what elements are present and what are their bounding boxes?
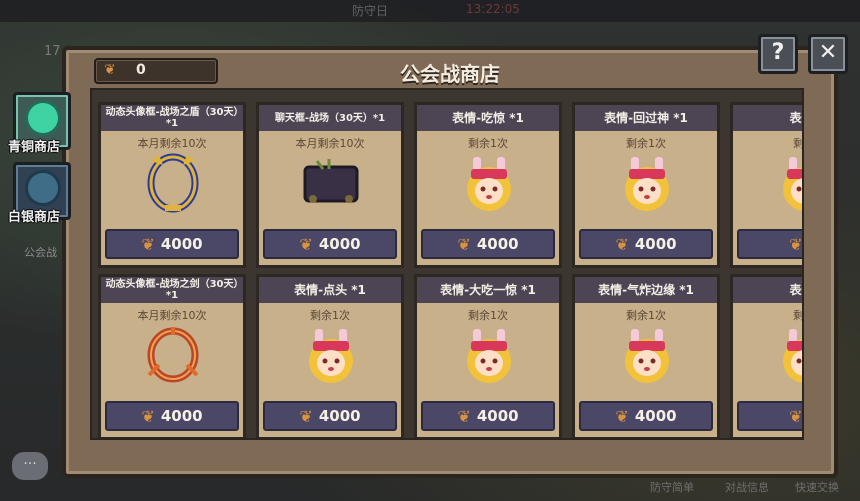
bronze-emblem-icon (28, 103, 58, 133)
horn-currency-icon: ❦ (457, 234, 471, 254)
horn-currency-icon: ❦ (141, 234, 155, 254)
buy-button[interactable]: ❦4 (737, 401, 803, 431)
bunny-girl-icon (773, 325, 802, 385)
shop-item-card[interactable]: 表情-点头 *1 剩余1次 ❦ 4000 (256, 274, 404, 438)
day-label: 防守日 (352, 4, 389, 18)
item-remaining: 剩余1次 (310, 309, 350, 322)
item-price: 4000 (634, 235, 677, 253)
buy-button[interactable]: ❦ 4000 (421, 229, 555, 259)
timer-label: 13:22:05 (466, 2, 520, 16)
item-name: 表情- (733, 105, 802, 131)
shield-frame-icon (141, 153, 205, 213)
bottom-label-1: 防守简单 (650, 481, 694, 494)
shop-item-card[interactable]: 表情-气炸边缘 *1 剩余1次 ❦ 4000 (572, 274, 720, 438)
item-price: 4000 (476, 407, 519, 425)
bunny-girl-icon (299, 325, 363, 385)
item-name: 表情-吃惊 *1 (417, 105, 559, 131)
tab-silver-label: 白银商店 (8, 210, 61, 225)
item-name: 表情- (733, 277, 802, 303)
buy-button[interactable]: ❦ 4000 (421, 401, 555, 431)
background-number: 17 (44, 44, 61, 59)
horn-currency-icon: ❦ (615, 234, 629, 254)
item-grid[interactable]: 动态头像框-战场之盾（30天）*1 本月剩余10次 ❦ 4000 聊天框-战场（30天）… (90, 88, 804, 440)
item-remaining: 剩余1次 (468, 309, 508, 322)
horn-currency-icon: ❦ (141, 406, 155, 426)
faded-side-label: 公会战 (24, 246, 57, 259)
shop-item-card[interactable]: 表情-回过神 *1 剩余1次 ❦ 4000 (572, 102, 720, 268)
sword-frame-icon (141, 325, 205, 385)
buy-button[interactable]: ❦ 4000 (579, 229, 713, 259)
item-name: 表情-回过神 *1 (575, 105, 717, 131)
bunny-girl-icon (457, 153, 521, 213)
buy-button[interactable]: ❦4 (737, 229, 803, 259)
item-price: 4000 (634, 407, 677, 425)
shop-item-card[interactable]: 动态头像框-战场之盾（30天）*1 本月剩余10次 ❦ 4000 (98, 102, 246, 268)
item-name: 表情-气炸边缘 *1 (575, 277, 717, 303)
item-remaining: 本月剩余10次 (137, 309, 207, 322)
buy-button[interactable]: ❦ 4000 (263, 401, 397, 431)
tab-bronze-label: 青铜商店 (8, 140, 61, 155)
horn-currency-icon: ❦ (299, 406, 313, 426)
item-name: 动态头像框-战场之剑（30天）*1 (101, 277, 243, 303)
shop-item-card[interactable]: 表情-吃惊 *1 剩余1次 ❦ 4000 (414, 102, 562, 268)
horn-currency-icon: ❦ (789, 234, 803, 254)
shop-item-card[interactable]: 表情- 剩余 ❦4 (730, 274, 804, 438)
buy-button[interactable]: ❦ 4000 (105, 401, 239, 431)
bunny-girl-icon (615, 325, 679, 385)
item-name: 聊天框-战场（30天）*1 (259, 105, 401, 131)
item-remaining: 剩余 (793, 137, 804, 150)
silver-emblem-icon (28, 173, 58, 203)
bunny-girl-icon (773, 153, 802, 213)
chat-icon[interactable]: ··· (12, 452, 48, 480)
close-button[interactable]: ✕ (808, 34, 848, 74)
item-remaining: 本月剩余10次 (295, 137, 365, 150)
item-name: 动态头像框-战场之盾（30天）*1 (101, 105, 243, 131)
bunny-girl-icon (615, 153, 679, 213)
item-remaining: 剩余1次 (626, 309, 666, 322)
item-remaining: 剩余1次 (468, 137, 508, 150)
item-price: 4000 (476, 235, 519, 253)
chat-frame-icon (299, 153, 363, 213)
item-remaining: 剩余1次 (626, 137, 666, 150)
buy-button[interactable]: ❦ 4000 (105, 229, 239, 259)
item-name: 表情-点头 *1 (259, 277, 401, 303)
item-price: 4000 (318, 235, 361, 253)
shop-item-card[interactable]: 表情-大吃一惊 *1 剩余1次 ❦ 4000 (414, 274, 562, 438)
shop-title: 公会战商店 (400, 62, 500, 86)
horn-currency-icon: ❦ (789, 406, 803, 426)
horn-currency-icon: ❦ (299, 234, 313, 254)
buy-button[interactable]: ❦ 4000 (263, 229, 397, 259)
item-price: 4000 (160, 235, 203, 253)
item-remaining: 本月剩余10次 (137, 137, 207, 150)
shop-item-card[interactable]: 聊天框-战场（30天）*1 本月剩余10次 ❦ 4000 (256, 102, 404, 268)
help-button[interactable]: ? (758, 34, 798, 74)
horn-currency-icon: ❦ (615, 406, 629, 426)
buy-button[interactable]: ❦ 4000 (579, 401, 713, 431)
shop-item-card[interactable]: 表情- 剩余 ❦4 (730, 102, 804, 268)
horn-currency-icon: ❦ (457, 406, 471, 426)
bottom-label-3: 快速交换 (795, 481, 839, 494)
top-status-strip: 防守日 13:22:05 (0, 0, 860, 22)
shop-item-card[interactable]: 动态头像框-战场之剑（30天）*1 本月剩余10次 ❦ 4000 (98, 274, 246, 438)
item-price: 4000 (160, 407, 203, 425)
item-price: 4000 (318, 407, 361, 425)
bunny-girl-icon (457, 325, 521, 385)
item-remaining: 剩余 (793, 309, 804, 322)
item-name: 表情-大吃一惊 *1 (417, 277, 559, 303)
bottom-label-2: 对战信息 (725, 481, 769, 494)
